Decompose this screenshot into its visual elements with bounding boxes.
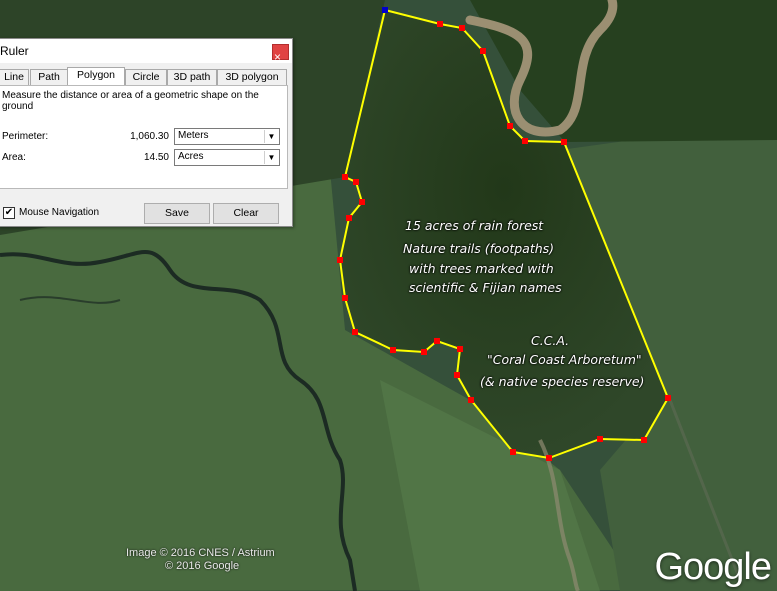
polygon-vertex[interactable] (480, 48, 486, 54)
polygon-vertex[interactable] (454, 372, 460, 378)
annotation-arboretum: "Coral Coast Arboretum" (487, 352, 642, 367)
area-unit-select[interactable]: Acres ▼ (174, 149, 280, 166)
polygon-vertex[interactable] (390, 347, 396, 353)
tab-3d-polygon[interactable]: 3D polygon (217, 69, 287, 85)
copyright-credit: © 2016 Google (165, 560, 240, 572)
annotation-reserve: (& native species reserve) (480, 374, 645, 389)
annotation-trails: Nature trails (footpaths) (403, 241, 555, 256)
chevron-down-icon: ▼ (264, 130, 278, 143)
tab-path[interactable]: Path (30, 69, 68, 85)
perimeter-unit-select[interactable]: Meters ▼ (174, 128, 280, 145)
imagery-credit: Image © 2016 CNES / Astrium (126, 547, 275, 559)
tab-3d-path[interactable]: 3D path (167, 69, 217, 85)
polygon-vertex[interactable] (561, 139, 567, 145)
polygon-vertex[interactable] (546, 455, 552, 461)
polygon-vertex[interactable] (457, 346, 463, 352)
polygon-vertex[interactable] (337, 257, 343, 263)
save-button[interactable]: Save (144, 203, 210, 224)
polygon-vertex[interactable] (510, 449, 516, 455)
annotation-cca: C.C.A. (531, 333, 570, 348)
polygon-vertex[interactable] (342, 295, 348, 301)
polygon-vertex[interactable] (421, 349, 427, 355)
area-value: 14.50 (143, 152, 169, 163)
polygon-vertex[interactable] (352, 329, 358, 335)
ruler-title: Ruler (0, 44, 29, 58)
mouse-navigation-label: Mouse Navigation (19, 207, 100, 218)
ruler-tabs: Line Path Polygon Circle 3D path 3D poly… (0, 67, 292, 86)
polygon-panel: Measure the distance or area of a geomet… (0, 85, 288, 189)
polygon-vertex[interactable] (434, 338, 440, 344)
polygon-start-vertex[interactable] (382, 7, 388, 13)
polygon-vertex[interactable] (507, 123, 513, 129)
polygon-vertex[interactable] (342, 174, 348, 180)
chevron-down-icon: ▼ (264, 151, 278, 164)
polygon-vertex[interactable] (353, 179, 359, 185)
ruler-dialog: Ruler × Line Path Polygon Circle 3D path… (0, 38, 293, 227)
polygon-vertex[interactable] (459, 25, 465, 31)
close-button[interactable]: × (272, 44, 289, 64)
area-unit: Acres (178, 151, 204, 162)
mouse-navigation-checkbox[interactable]: ✔ (3, 207, 15, 219)
polygon-vertex[interactable] (346, 215, 352, 221)
tab-circle[interactable]: Circle (125, 69, 167, 85)
polygon-vertex[interactable] (522, 138, 528, 144)
perimeter-unit: Meters (178, 130, 209, 141)
annotation-trees: with trees marked with (409, 261, 554, 276)
google-logo: Google (654, 546, 772, 588)
ruler-titlebar[interactable]: Ruler × (0, 39, 292, 64)
polygon-vertex[interactable] (597, 436, 603, 442)
area-label: Area: (2, 152, 26, 163)
polygon-vertex[interactable] (437, 21, 443, 27)
tab-line[interactable]: Line (0, 69, 29, 85)
close-icon: × (274, 50, 282, 64)
polygon-vertex[interactable] (359, 199, 365, 205)
annotation-acres: 15 acres of rain forest (405, 218, 544, 233)
polygon-vertex[interactable] (468, 397, 474, 403)
clear-button[interactable]: Clear (213, 203, 279, 224)
perimeter-value: 1,060.30 (130, 131, 169, 142)
ruler-description: Measure the distance or area of a geomet… (2, 90, 259, 112)
perimeter-label: Perimeter: (2, 131, 49, 142)
polygon-vertex[interactable] (665, 395, 671, 401)
annotation-names: scientific & Fijian names (409, 280, 562, 295)
tab-polygon[interactable]: Polygon (67, 67, 125, 86)
polygon-vertex[interactable] (641, 437, 647, 443)
